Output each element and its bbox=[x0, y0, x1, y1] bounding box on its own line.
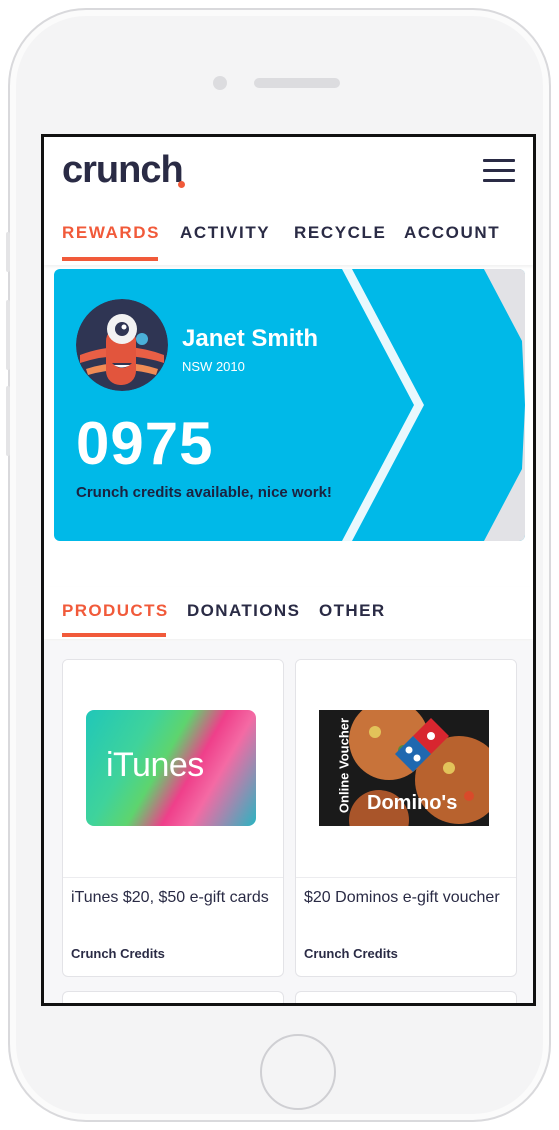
tab-donations[interactable]: DONATIONS bbox=[187, 601, 300, 621]
active-tab-indicator bbox=[62, 257, 158, 261]
product-title: iTunes $20, $50 e-gift cards bbox=[71, 889, 269, 906]
avatar bbox=[76, 299, 168, 391]
profile-card: Janet Smith NSW 2010 0975 Crunch credits… bbox=[54, 269, 525, 541]
product-price-label: Crunch Credits bbox=[71, 946, 165, 961]
dominos-voucher-image: Online Voucher Domino's bbox=[319, 710, 489, 826]
dominos-logo-text: Domino's bbox=[367, 792, 458, 814]
tab-recycle[interactable]: RECYCLE bbox=[294, 219, 386, 261]
product-title: $20 Dominos e-gift voucher bbox=[304, 889, 500, 906]
product-card-partial[interactable] bbox=[295, 991, 517, 1003]
tab-other[interactable]: OTHER bbox=[319, 601, 386, 621]
product-price-label: Crunch Credits bbox=[304, 946, 398, 961]
tab-products[interactable]: PRODUCTS bbox=[62, 601, 169, 621]
product-image-area: Online Voucher Domino's bbox=[296, 660, 516, 878]
mute-switch bbox=[6, 232, 10, 272]
crunch-logo[interactable]: crunch bbox=[62, 149, 184, 192]
earpiece-speaker bbox=[254, 78, 340, 88]
camera-sensor bbox=[213, 76, 227, 90]
product-card-partial[interactable] bbox=[62, 991, 284, 1003]
user-name: Janet Smith bbox=[182, 325, 319, 352]
logo-dot bbox=[178, 181, 185, 188]
tab-rewards[interactable]: REWARDS bbox=[62, 219, 160, 261]
product-tabs: PRODUCTS DONATIONS OTHER bbox=[44, 587, 533, 639]
itunes-logo-text: iTunes bbox=[106, 746, 204, 784]
hamburger-menu-icon[interactable] bbox=[483, 157, 515, 185]
volume-down-button bbox=[6, 386, 10, 456]
product-card-itunes[interactable]: iTunes iTunes $20, $50 e-gift cards Crun… bbox=[62, 659, 284, 977]
main-nav: REWARDS ACTIVITY RECYCLE ACCOUNT bbox=[44, 219, 533, 261]
active-product-tab-indicator bbox=[62, 633, 166, 637]
tab-activity[interactable]: ACTIVITY bbox=[180, 219, 270, 261]
user-location: NSW 2010 bbox=[182, 359, 245, 374]
credits-label: Crunch credits available, nice work! bbox=[76, 484, 332, 501]
itunes-gift-card-image: iTunes bbox=[86, 710, 256, 826]
app-screen: crunch REWARDS ACTIVITY RECYCLE ACCOUNT bbox=[41, 134, 536, 1006]
credits-balance: 0975 bbox=[76, 410, 214, 477]
volume-up-button bbox=[6, 300, 10, 370]
product-image-area: iTunes bbox=[63, 660, 283, 878]
tab-account[interactable]: ACCOUNT bbox=[404, 219, 500, 261]
app-header: crunch REWARDS ACTIVITY RECYCLE ACCOUNT bbox=[44, 137, 533, 265]
online-voucher-text: Online Voucher bbox=[336, 717, 352, 814]
home-button[interactable] bbox=[260, 1034, 336, 1110]
product-card-dominos[interactable]: Online Voucher Domino's $20 Dominos e-gi… bbox=[295, 659, 517, 977]
